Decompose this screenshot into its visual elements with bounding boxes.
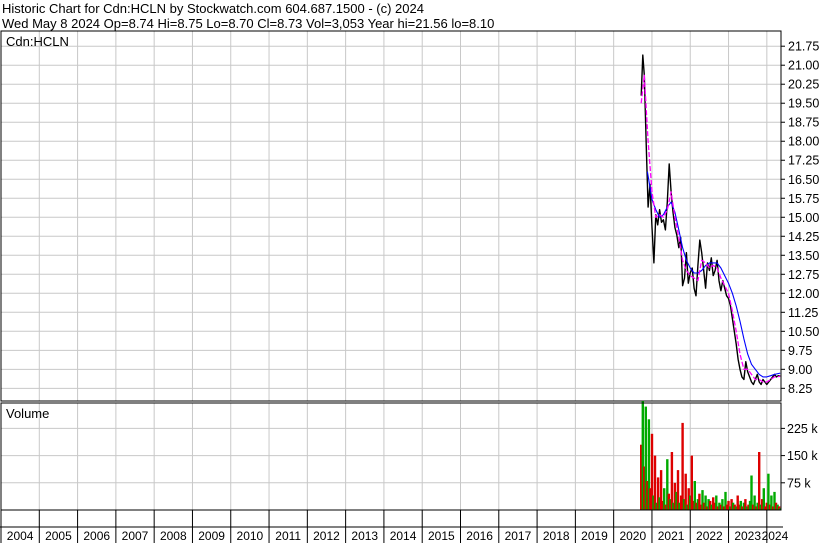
historic-chart: Historic Chart for Cdn:HCLN by Stockwatc… [0,0,830,543]
x-tick-label: 2012 [313,529,340,543]
price-y-tick-label: 13.50 [788,249,819,263]
x-tick-label: 2022 [696,529,723,543]
price-y-tick-label: 16.50 [788,173,819,187]
volume-bar [684,473,687,510]
volume-y-tick-label: 75 k [787,476,811,490]
price-y-axis: 8.25 9.00 9.75 10.50 11.25 12.00 12.75 13.50 14.… [781,40,819,396]
x-tick-label: 2009 [198,529,225,543]
x-tick-label: 2020 [619,529,646,543]
price-y-tick-label: 21.00 [788,59,819,73]
volume-y-tick-label: 225 k [787,422,818,436]
volume-y-tick-label: 150 k [787,449,818,463]
x-tick-label: 2011 [275,529,301,543]
volume-bar [758,452,761,510]
x-tick-label: 2008 [160,529,187,543]
price-panel-label: Cdn:HCLN [6,34,69,49]
chart-header-line2: Wed May 8 2024 Op=8.74 Hi=8.75 Lo=8.70 C… [2,16,494,31]
x-tick-label: 2015 [428,529,455,543]
price-y-tick-label: 12.00 [788,287,819,301]
x-tick-label: 2005 [45,529,72,543]
price-y-tick-label: 12.75 [788,268,819,282]
price-y-tick-label: 14.25 [788,230,819,244]
x-tick-label: 2024 [762,529,789,543]
x-tick-label: 2006 [83,529,110,543]
volume-bar [767,473,770,510]
price-y-tick-label: 18.75 [788,116,819,130]
x-tick-label: 2017 [505,529,532,543]
volume-bar [653,455,657,510]
price-y-tick-label: 19.50 [788,97,819,111]
price-y-tick-label: 21.75 [788,40,819,54]
price-y-tick-label: 8.25 [788,382,812,396]
price-y-tick-label: 15.75 [788,192,819,206]
x-tick-label: 2023 [734,529,761,543]
x-tick-label: 2016 [466,529,493,543]
price-y-tick-label: 17.25 [788,154,819,168]
price-y-tick-label: 18.00 [788,135,819,149]
x-tick-label: 2007 [122,529,149,543]
x-tick-label: 2010 [237,529,264,543]
x-tick-label: 2019 [581,529,608,543]
chart-header-line1: Historic Chart for Cdn:HCLN by Stockwatc… [2,1,424,16]
price-y-tick-label: 15.00 [788,211,819,225]
price-y-tick-label: 9.00 [788,363,812,377]
price-y-tick-label: 9.75 [788,344,812,358]
x-tick-label: 2004 [7,529,34,543]
volume-bar [670,452,674,510]
price-y-tick-label: 20.25 [788,78,819,92]
x-tick-label: 2018 [543,529,570,543]
x-tick-label: 2014 [390,529,417,543]
price-panel-frame [0,30,782,402]
price-y-tick-label: 11.25 [788,306,818,320]
volume-y-axis: 75 k 150 k 225 k [781,422,818,490]
x-tick-label: 2021 [658,529,685,543]
volume-panel-label: Volume [6,406,49,421]
chart-canvas: Historic Chart for Cdn:HCLN by Stockwatc… [0,1,819,543]
price-y-tick-label: 10.50 [788,325,819,339]
x-tick-label: 2013 [351,529,378,543]
volume-bar [681,422,684,510]
